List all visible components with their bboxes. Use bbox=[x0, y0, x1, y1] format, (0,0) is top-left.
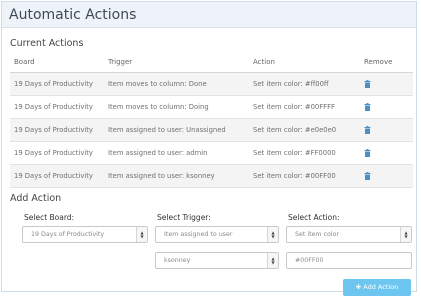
column-header-board: Board bbox=[10, 52, 104, 73]
row-board: 19 Days of Productivity bbox=[10, 118, 104, 142]
row-trigger: Item assigned to user: admin bbox=[104, 141, 249, 165]
remove-button[interactable] bbox=[360, 72, 413, 96]
user-select[interactable]: ksonney ▲ ▼ bbox=[155, 252, 279, 269]
table-row: 19 Days of Productivity Item assigned to… bbox=[10, 164, 413, 188]
select-arrows-icon: ▲ ▼ bbox=[267, 253, 278, 268]
column-header-remove: Remove bbox=[360, 52, 413, 73]
plus-icon: ✚ bbox=[355, 283, 362, 291]
column-header-trigger: Trigger bbox=[104, 52, 249, 73]
add-action-button[interactable]: ✚ Add Action bbox=[343, 279, 411, 296]
row-action: Set item color: #ff00ff bbox=[249, 72, 360, 96]
remove-button[interactable] bbox=[360, 95, 413, 119]
add-action-heading: Add Action bbox=[10, 193, 62, 204]
select-action-label: Select Action: bbox=[288, 213, 340, 222]
add-action-button-label: Add Action bbox=[363, 283, 399, 291]
row-action: Set item color: #00FFFF bbox=[249, 95, 360, 119]
automatic-actions-panel: Automatic Actions Current Actions Board … bbox=[1, 1, 417, 296]
column-header-action: Action bbox=[249, 52, 360, 73]
remove-button[interactable] bbox=[360, 164, 413, 188]
table-header-row: Board Trigger Action Remove bbox=[10, 52, 413, 73]
row-board: 19 Days of Productivity bbox=[10, 164, 104, 188]
actions-table: Board Trigger Action Remove 19 Days of P… bbox=[10, 52, 413, 188]
row-action: Set item color: #FF0000 bbox=[249, 141, 360, 165]
row-trigger: Item moves to column: Doing bbox=[104, 95, 249, 119]
remove-button[interactable] bbox=[360, 141, 413, 165]
board-select-value: 19 Days of Productivity bbox=[31, 231, 105, 238]
row-board: 19 Days of Productivity bbox=[10, 141, 104, 165]
select-arrows-icon: ▲ ▼ bbox=[136, 227, 147, 242]
table-row: 19 Days of Productivity Item assigned to… bbox=[10, 118, 413, 142]
color-input-value: #00FF00 bbox=[295, 257, 324, 264]
row-action: Set item color: #00FF00 bbox=[249, 164, 360, 188]
current-actions-heading: Current Actions bbox=[10, 38, 84, 49]
row-action: Set item color: #e0e0e0 bbox=[249, 118, 360, 142]
row-trigger: Item moves to column: Done bbox=[104, 72, 249, 96]
trash-icon[interactable] bbox=[364, 149, 371, 157]
trash-icon[interactable] bbox=[364, 103, 371, 111]
remove-button[interactable] bbox=[360, 118, 413, 142]
trigger-select[interactable]: Item assigned to user ▲ ▼ bbox=[155, 226, 279, 243]
select-arrows-icon: ▲ ▼ bbox=[267, 227, 278, 242]
row-board: 19 Days of Productivity bbox=[10, 95, 104, 119]
table-row: 19 Days of Productivity Item moves to co… bbox=[10, 72, 413, 96]
select-arrows-icon: ▲ ▼ bbox=[400, 227, 411, 242]
action-select[interactable]: Set item color ▲ ▼ bbox=[286, 226, 412, 243]
board-select[interactable]: 19 Days of Productivity ▲ ▼ bbox=[22, 226, 148, 243]
user-select-value: ksonney bbox=[164, 257, 191, 264]
select-trigger-label: Select Trigger: bbox=[157, 213, 211, 222]
row-trigger: Item assigned to user: Unassigned bbox=[104, 118, 249, 142]
row-board: 19 Days of Productivity bbox=[10, 72, 104, 96]
action-select-value: Set item color bbox=[295, 231, 340, 238]
trash-icon[interactable] bbox=[364, 80, 371, 88]
table-row: 19 Days of Productivity Item moves to co… bbox=[10, 95, 413, 119]
select-board-label: Select Board: bbox=[24, 213, 75, 222]
row-trigger: Item assigned to user: ksonney bbox=[104, 164, 249, 188]
trigger-select-value: Item assigned to user bbox=[164, 231, 233, 238]
panel-title: Automatic Actions bbox=[2, 2, 416, 28]
trash-icon[interactable] bbox=[364, 172, 371, 180]
table-row: 19 Days of Productivity Item assigned to… bbox=[10, 141, 413, 165]
color-input[interactable]: #00FF00 bbox=[286, 252, 412, 269]
trash-icon[interactable] bbox=[364, 126, 371, 134]
